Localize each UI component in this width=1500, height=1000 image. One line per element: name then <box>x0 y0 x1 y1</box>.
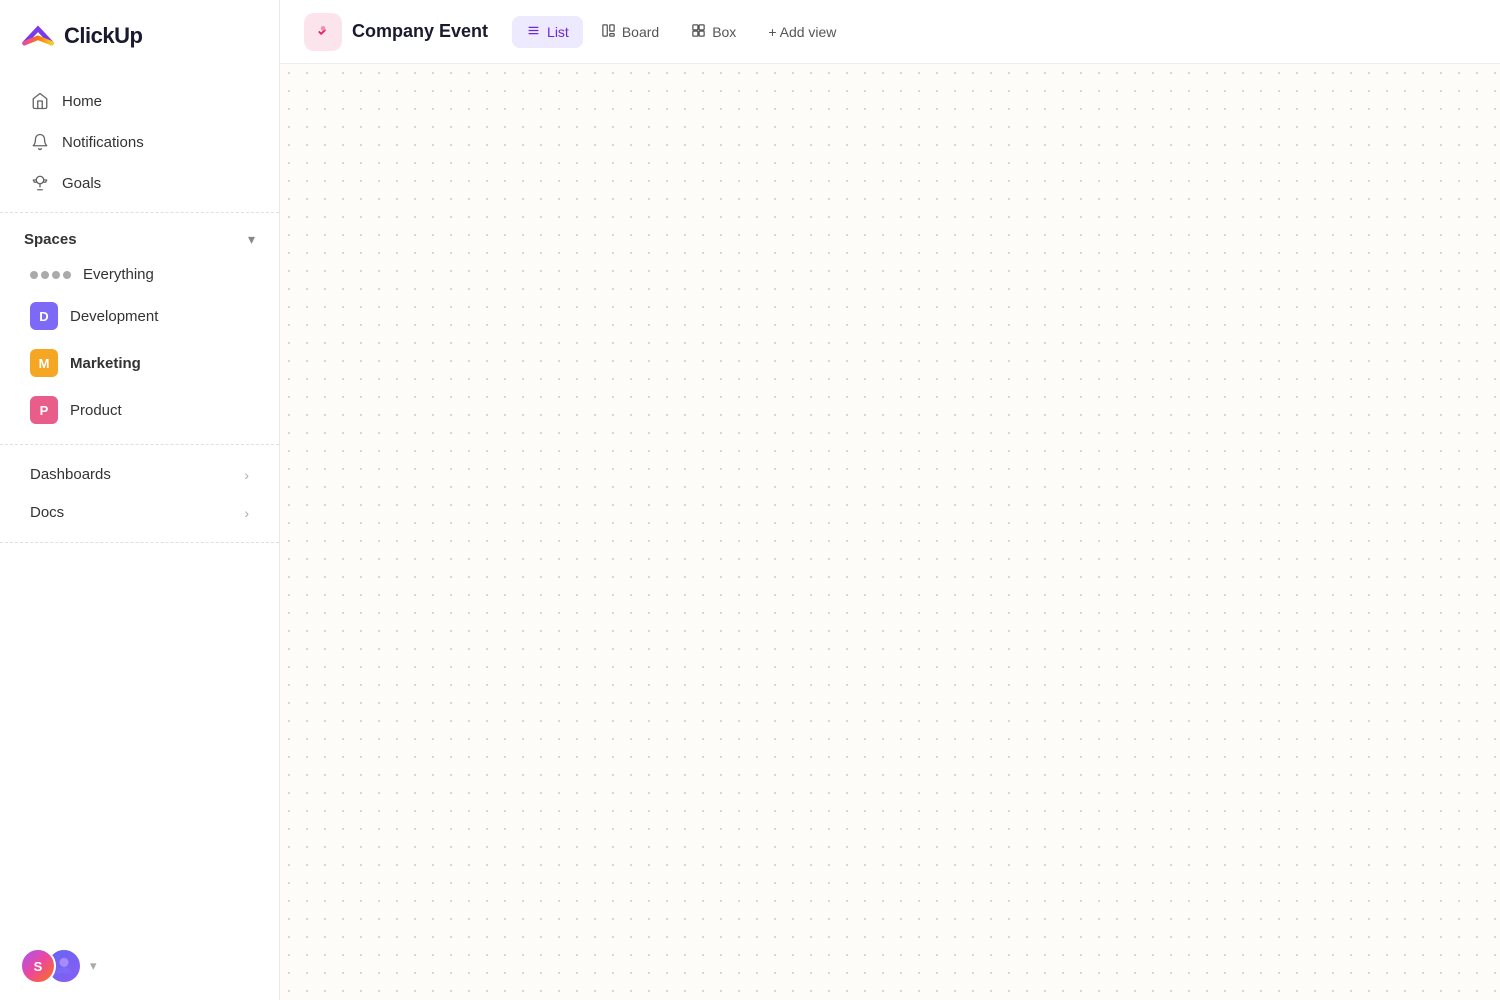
sidebar-item-everything-label: Everything <box>83 266 154 283</box>
tab-box-label: Box <box>712 24 736 40</box>
logo[interactable]: ClickUp <box>0 0 279 72</box>
sidebar-item-development-label: Development <box>70 308 158 325</box>
sidebar: ClickUp Home Notifications <box>0 0 280 1000</box>
spaces-section: Spaces ▾ Everything D Development M <box>0 213 279 445</box>
bell-icon <box>30 132 50 152</box>
sidebar-item-product[interactable]: P Product <box>6 387 273 433</box>
sidebar-item-marketing[interactable]: M Marketing <box>6 340 273 386</box>
home-icon <box>30 91 50 111</box>
dashboards-label: Dashboards <box>30 466 111 483</box>
sidebar-item-everything[interactable]: Everything <box>6 257 273 292</box>
avatar-s: S <box>20 948 56 984</box>
avatar-group[interactable]: S ▾ <box>20 948 97 984</box>
project-icon <box>312 21 334 43</box>
sidebar-item-development[interactable]: D Development <box>6 293 273 339</box>
tab-list-label: List <box>547 24 569 40</box>
trophy-icon <box>30 173 50 193</box>
chevron-down-icon: ▾ <box>248 231 255 248</box>
tab-board[interactable]: Board <box>587 16 673 48</box>
development-badge: D <box>30 302 58 330</box>
product-badge: P <box>30 396 58 424</box>
spaces-label: Spaces <box>24 231 77 248</box>
sidebar-nav: Home Notifications Goals <box>0 72 279 213</box>
sidebar-item-goals-label: Goals <box>62 175 101 192</box>
sidebar-item-notifications[interactable]: Notifications <box>6 122 273 162</box>
sidebar-item-product-label: Product <box>70 402 122 419</box>
docs-label: Docs <box>30 504 64 521</box>
sidebar-footer: S ▾ <box>0 932 279 1000</box>
tab-box[interactable]: Box <box>677 16 750 48</box>
clickup-logo-icon <box>20 18 56 54</box>
sidebar-item-docs[interactable]: Docs › <box>6 494 273 531</box>
main-canvas <box>280 64 1500 1000</box>
add-view-label: + Add view <box>768 24 836 40</box>
main-content: Company Event List <box>280 0 1500 1000</box>
add-view-button[interactable]: + Add view <box>754 17 850 47</box>
chevron-right-icon-2: › <box>244 505 249 521</box>
tab-board-label: Board <box>622 24 659 40</box>
list-tab-icon <box>526 23 541 41</box>
sidebar-item-dashboards[interactable]: Dashboards › <box>6 456 273 493</box>
sidebar-item-home[interactable]: Home <box>6 81 273 121</box>
view-tabs: List Board <box>512 16 850 48</box>
sidebar-item-marketing-label: Marketing <box>70 355 141 372</box>
dots-icon <box>30 271 71 279</box>
project-title: Company Event <box>352 21 488 42</box>
box-tab-icon <box>691 23 706 41</box>
project-icon-wrap <box>304 13 342 51</box>
chevron-right-icon: › <box>244 467 249 483</box>
avatar-chevron-icon[interactable]: ▾ <box>90 958 97 974</box>
board-tab-icon <box>601 23 616 41</box>
bottom-nav: Dashboards › Docs › <box>0 445 279 543</box>
tab-list[interactable]: List <box>512 16 583 48</box>
sidebar-item-home-label: Home <box>62 93 102 110</box>
topbar: Company Event List <box>280 0 1500 64</box>
avatar-face-icon <box>53 955 75 977</box>
sidebar-item-goals[interactable]: Goals <box>6 163 273 203</box>
logo-text: ClickUp <box>64 23 142 49</box>
spaces-header[interactable]: Spaces ▾ <box>0 223 279 256</box>
marketing-badge: M <box>30 349 58 377</box>
sidebar-item-notifications-label: Notifications <box>62 134 144 151</box>
